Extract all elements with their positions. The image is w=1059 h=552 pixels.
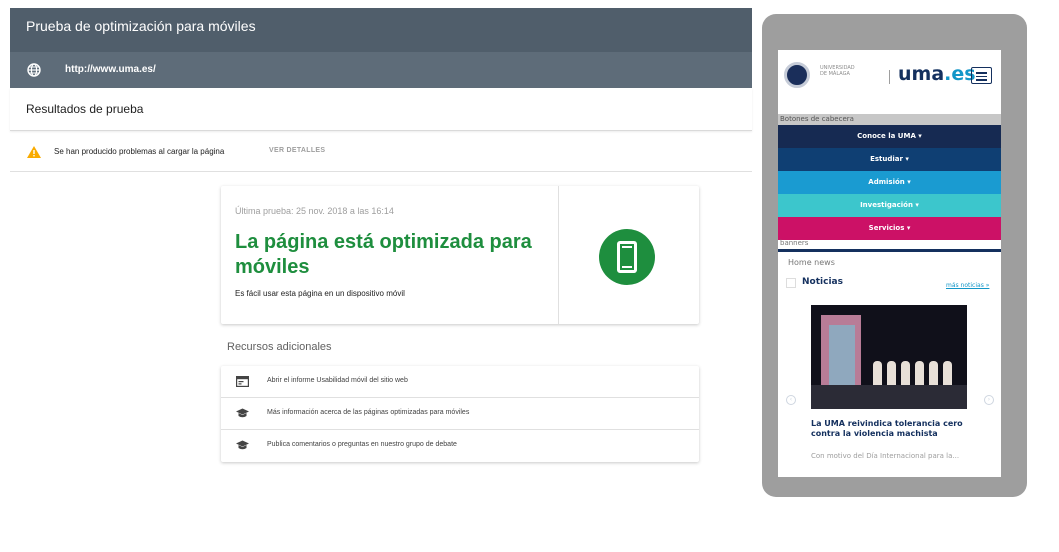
news-placeholder-icon [786, 278, 796, 288]
news-snippet: Con motivo del Día Internacional para la… [811, 452, 960, 460]
tested-url: http://www.uma.es/ [65, 64, 156, 75]
verdict-heading: La página está optimizada para móviles [235, 231, 532, 278]
mobile-preview-frame: UNIVERSIDAD DE MÁLAGA uma.es Botones de … [762, 14, 1027, 497]
graduation-cap-icon [236, 440, 249, 450]
results-bar: Resultados de prueba [10, 88, 752, 131]
news-headline[interactable]: La UMA reivindica tolerancia cero contra… [811, 419, 991, 439]
resource-item-usability-report[interactable]: Abrir el informe Usabilidad móvil del si… [221, 366, 699, 398]
graduation-cap-icon [236, 408, 249, 418]
home-news-label: Home news [788, 258, 835, 267]
warning-bar: Se han producido problemas al cargar la … [10, 132, 752, 172]
nav-admision[interactable]: Admisión ▾ [778, 171, 1001, 194]
verdict-subtitle: Es fácil usar esta página en un disposit… [235, 289, 405, 298]
report-icon [236, 376, 249, 387]
resource-item-learn-more[interactable]: Más información acerca de las páginas op… [221, 398, 699, 430]
warning-text: Se han producido problemas al cargar la … [54, 147, 225, 156]
logo-separator [889, 70, 890, 84]
news-photo[interactable] [811, 305, 967, 409]
university-seal-icon [784, 62, 810, 88]
uma-brand-logo: uma.es [898, 63, 976, 85]
result-card: Última prueba: 25 nov. 2018 a las 16:14 … [221, 186, 699, 324]
resource-label: Publica comentarios o preguntas en nuest… [267, 441, 457, 448]
url-bar[interactable]: http://www.uma.es/ [10, 52, 752, 88]
banner-divider [778, 249, 1001, 252]
header-buttons-label: Botones de cabecera [778, 114, 1001, 125]
carousel-prev-icon[interactable]: ‹ [786, 395, 796, 405]
last-test-timestamp: Última prueba: 25 nov. 2018 a las 16:14 [235, 206, 394, 216]
app-header: Prueba de optimización para móviles http… [10, 8, 752, 88]
nav-conoce-la-uma[interactable]: Conoce la UMA ▾ [778, 125, 1001, 148]
results-title: Resultados de prueba [26, 102, 144, 116]
news-section-title: Noticias [802, 277, 843, 287]
more-news-link[interactable]: más noticias » [946, 282, 989, 289]
mobile-preview-screen[interactable]: UNIVERSIDAD DE MÁLAGA uma.es Botones de … [778, 50, 1001, 477]
nav-investigacion[interactable]: Investigación ▾ [778, 194, 1001, 217]
warning-icon [27, 146, 41, 158]
resource-label: Más información acerca de las páginas op… [267, 409, 470, 416]
resources-title: Recursos adicionales [227, 341, 332, 353]
app-title: Prueba de optimización para móviles [26, 18, 256, 34]
view-details-link[interactable]: VER DETALLES [269, 147, 325, 154]
card-divider [558, 186, 559, 324]
resource-label: Abrir el informe Usabilidad móvil del si… [267, 377, 408, 384]
hamburger-menu-icon[interactable] [971, 67, 992, 84]
globe-icon [27, 63, 41, 77]
carousel-next-icon[interactable]: › [984, 395, 994, 405]
resource-item-discussion-group[interactable]: Publica comentarios o preguntas en nuest… [221, 430, 699, 462]
banners-label: banners [780, 239, 809, 247]
resources-list: Abrir el informe Usabilidad móvil del si… [221, 366, 699, 462]
nav-servicios[interactable]: Servicios ▾ [778, 217, 1001, 240]
university-name: UNIVERSIDAD DE MÁLAGA [820, 65, 855, 77]
nav-estudiar[interactable]: Estudiar ▾ [778, 148, 1001, 171]
mobile-friendly-icon [599, 229, 655, 285]
